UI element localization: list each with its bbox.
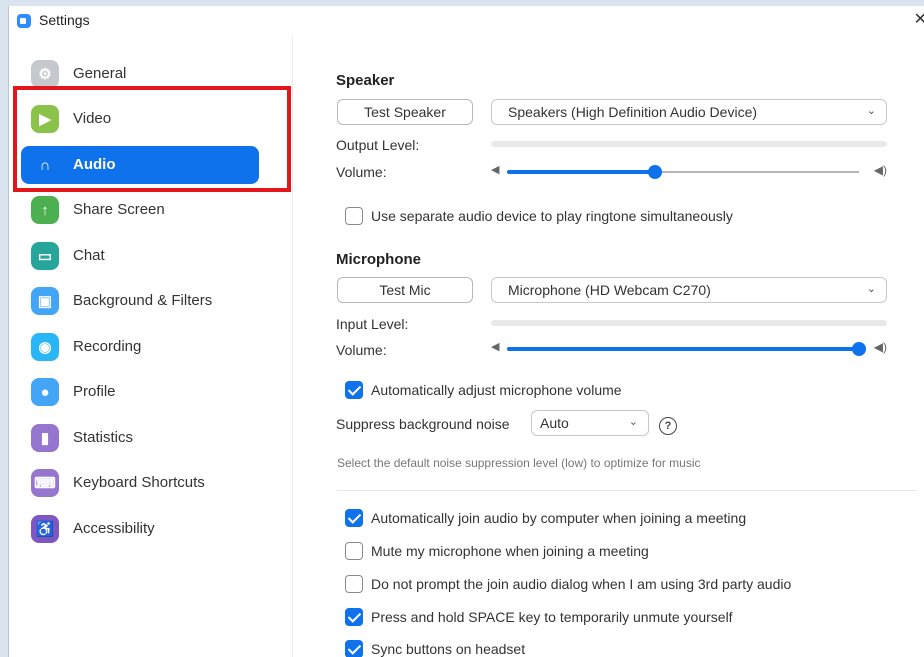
- sidebar-item-label: Statistics: [73, 429, 134, 446]
- input-level-meter: [491, 320, 887, 326]
- video-camera-icon: ▶: [31, 105, 59, 133]
- mute-on-join-checkbox[interactable]: [345, 542, 363, 560]
- sidebar-item-label: Chat: [73, 247, 105, 264]
- section-divider: [337, 490, 917, 491]
- sidebar-item-background-filters[interactable]: ▣ Background & Filters: [21, 282, 259, 320]
- space-unmute-checkbox[interactable]: [345, 608, 363, 626]
- separate-device-checkbox[interactable]: [345, 207, 363, 225]
- help-icon[interactable]: ?: [659, 417, 677, 435]
- sidebar-item-label: Background & Filters: [73, 292, 213, 309]
- slider-thumb[interactable]: [647, 165, 662, 179]
- sidebar-item-label: Profile: [73, 383, 116, 400]
- sidebar-item-keyboard-shortcuts[interactable]: ⌨ Keyboard Shortcuts: [21, 464, 259, 502]
- title-bar: Settings ✕: [9, 6, 924, 36]
- profile-icon: ●: [31, 378, 59, 406]
- recording-icon: ◉: [31, 333, 59, 361]
- statistics-icon: ▮: [31, 424, 59, 452]
- window-title: Settings: [39, 12, 90, 28]
- close-icon[interactable]: ✕: [914, 9, 924, 29]
- sidebar-item-label: Accessibility: [73, 520, 155, 537]
- accessibility-icon: ♿: [31, 515, 59, 543]
- background-icon: ▣: [31, 287, 59, 315]
- no-join-prompt-label: Do not prompt the join audio dialog when…: [371, 576, 792, 592]
- speaker-volume-label: Volume:: [336, 164, 387, 180]
- chat-icon: ▭: [31, 242, 59, 270]
- input-level-label: Input Level:: [336, 316, 409, 332]
- auto-adjust-mic-checkbox[interactable]: [345, 381, 363, 399]
- auto-join-audio-checkbox[interactable]: [345, 509, 363, 527]
- slider-thumb[interactable]: [852, 342, 866, 356]
- test-speaker-button[interactable]: Test Speaker: [337, 99, 473, 125]
- speaker-device-select[interactable]: Speakers (High Definition Audio Device) …: [491, 99, 887, 125]
- sidebar-item-profile[interactable]: ● Profile: [21, 373, 259, 411]
- suppress-noise-hint: Select the default noise suppression lev…: [337, 456, 701, 470]
- sidebar-item-label: Keyboard Shortcuts: [73, 474, 205, 491]
- sidebar-item-label: Video: [73, 110, 112, 127]
- zoom-app-icon: [17, 14, 31, 28]
- volume-high-icon: ◀): [873, 340, 887, 354]
- sidebar-item-audio[interactable]: ∩ Audio: [21, 146, 259, 184]
- sidebar-item-accessibility[interactable]: ♿ Accessibility: [21, 510, 259, 548]
- keyboard-icon: ⌨: [31, 469, 59, 497]
- auto-adjust-mic-label: Automatically adjust microphone volume: [371, 382, 622, 398]
- settings-window: Settings ✕ ⚙ General ▶ Video ∩ Audio ↑ S…: [8, 6, 924, 657]
- separate-device-label: Use separate audio device to play ringto…: [371, 208, 733, 224]
- sidebar-item-label: Audio: [73, 156, 116, 173]
- volume-low-icon: ◀: [491, 341, 500, 353]
- sidebar-item-recording[interactable]: ◉ Recording: [21, 328, 259, 366]
- sync-headset-label: Sync buttons on headset: [371, 641, 526, 657]
- microphone-volume-slider[interactable]: ◀ ◀): [491, 339, 887, 359]
- sidebar-item-chat[interactable]: ▭ Chat: [21, 237, 259, 275]
- microphone-device-select[interactable]: Microphone (HD Webcam C270) ⌄: [491, 277, 887, 303]
- chevron-down-icon: ⌄: [866, 105, 876, 117]
- volume-low-icon: ◀: [491, 164, 500, 176]
- settings-sidebar: ⚙ General ▶ Video ∩ Audio ↑ Share Screen…: [9, 36, 293, 657]
- sidebar-item-label: General: [73, 65, 127, 82]
- auto-join-audio-label: Automatically join audio by computer whe…: [371, 510, 747, 526]
- sidebar-item-general[interactable]: ⚙ General: [21, 55, 259, 93]
- sync-headset-checkbox[interactable]: [345, 640, 363, 657]
- gear-icon: ⚙: [31, 60, 59, 88]
- speaker-section-title: Speaker: [336, 72, 395, 89]
- microphone-device-value: Microphone (HD Webcam C270): [508, 282, 711, 298]
- suppress-noise-select[interactable]: Auto ⌄: [531, 410, 649, 436]
- mute-on-join-label: Mute my microphone when joining a meetin…: [371, 543, 649, 559]
- sidebar-item-label: Recording: [73, 338, 142, 355]
- microphone-volume-label: Volume:: [336, 342, 387, 358]
- share-screen-icon: ↑: [31, 196, 59, 224]
- microphone-section-title: Microphone: [336, 251, 421, 268]
- space-unmute-label: Press and hold SPACE key to temporarily …: [371, 609, 733, 625]
- sidebar-item-label: Share Screen: [73, 201, 165, 218]
- output-level-label: Output Level:: [336, 137, 420, 153]
- chevron-down-icon: ⌄: [628, 416, 638, 428]
- chevron-down-icon: ⌄: [866, 283, 876, 295]
- no-join-prompt-checkbox[interactable]: [345, 575, 363, 593]
- audio-settings-panel: Speaker Test Speaker Speakers (High Defi…: [293, 36, 924, 657]
- slider-fill: [507, 170, 655, 174]
- volume-high-icon: ◀): [873, 163, 887, 177]
- speaker-volume-slider[interactable]: ◀ ◀): [491, 162, 887, 182]
- sidebar-item-statistics[interactable]: ▮ Statistics: [21, 419, 259, 457]
- speaker-device-value: Speakers (High Definition Audio Device): [508, 104, 758, 120]
- sidebar-item-video[interactable]: ▶ Video: [21, 100, 259, 138]
- output-level-meter: [491, 141, 887, 147]
- suppress-noise-value: Auto: [540, 415, 569, 431]
- sidebar-item-share-screen[interactable]: ↑ Share Screen: [21, 191, 259, 229]
- headphones-icon: ∩: [39, 156, 51, 174]
- test-mic-button[interactable]: Test Mic: [337, 277, 473, 303]
- slider-fill: [507, 347, 859, 351]
- suppress-noise-label: Suppress background noise: [336, 416, 510, 432]
